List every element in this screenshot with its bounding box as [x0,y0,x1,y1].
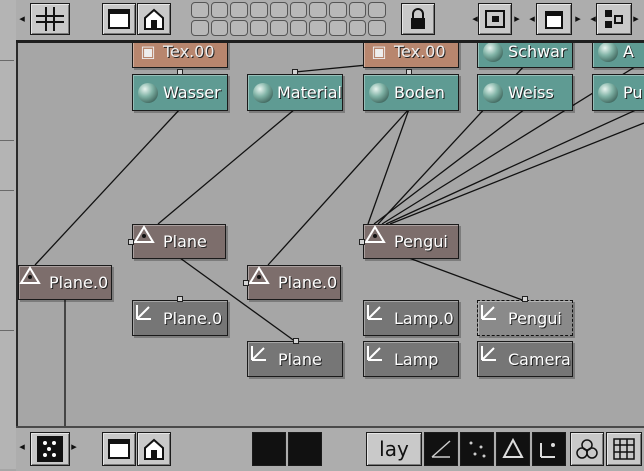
window-icon[interactable] [102,432,136,466]
node-label: Plane [278,349,322,369]
node-label: Pengui [508,308,562,328]
node-label: Wasser [163,83,221,102]
node-label: A [623,43,634,61]
node-label: Schwar [508,43,567,61]
node-label: Pengui [394,232,448,251]
material-node-weiss[interactable]: Weiss [477,74,573,111]
node-label: Weiss [508,83,554,102]
node-label: Boden [394,83,445,102]
node-label: Plane.0 [163,308,223,328]
node-label: Plane.0 [278,273,338,292]
prev-arrow-2[interactable]: ◂ [528,12,536,25]
node-label: Tex.00 [394,43,446,61]
left-window-edge [0,0,18,469]
next-arrow-3[interactable]: ▸ [632,12,640,25]
lamp-node-lamp0[interactable]: Lamp.0 [363,300,459,336]
triangle-axis-icon [19,266,47,296]
texture-node-1[interactable]: ▣ Tex.00 [132,43,228,68]
dark-button-2[interactable] [288,432,322,466]
mesh-node-pengui[interactable]: Pengui [477,300,573,336]
material-node-pu[interactable]: Pu [592,74,644,111]
node-label: Lamp [394,349,439,369]
layer-button[interactable]: lay [366,432,422,466]
mesh-axis-icon [366,305,392,331]
texture-icon: ▣ [371,43,387,61]
layer-buttons[interactable] [191,2,386,36]
sphere-icon [480,80,506,106]
sphere-icon [250,80,275,106]
next-arrow[interactable]: ▸ [513,12,521,25]
sphere-icon [135,80,161,106]
material-node-material[interactable]: Material [247,74,343,111]
object-node-plane0-left[interactable]: Plane.0 [18,265,112,300]
input-port[interactable] [359,239,365,245]
filter-icon-2[interactable] [460,432,494,466]
filter-icon-4[interactable] [532,432,566,466]
sphere-icon [595,43,621,65]
material-node-schwarz[interactable]: Schwar [477,43,573,68]
input-port[interactable] [128,239,134,245]
scroll-left-arrow[interactable]: ◂ [18,12,26,25]
mesh-axis-icon [366,346,392,372]
sphere-icon [595,80,621,106]
input-port[interactable] [243,280,249,286]
node-label: Plane.0 [49,273,109,292]
grid-icon[interactable] [606,432,642,466]
mesh-axis-icon [135,305,161,331]
sphere-group-icon[interactable] [570,432,604,466]
mesh-node-plane[interactable]: Plane [247,341,343,377]
triangle-axis-icon [133,225,161,255]
camera-node[interactable]: Camera [477,341,573,377]
material-node-boden[interactable]: Boden [363,74,459,111]
filter-icon-1[interactable] [424,432,458,466]
object-node-plane0-mid[interactable]: Plane.0 [247,265,341,300]
top-toolbar: ◂ ◂ ▸ ◂ ▸ ◂ ▸ [16,0,644,43]
node-layout-icon[interactable] [596,3,632,35]
input-port[interactable] [177,296,183,302]
node-label: Camera [508,349,571,369]
triangle-axis-icon [364,225,392,255]
object-node-pengui[interactable]: Pengui [363,224,459,259]
node-label: Pu [623,83,643,102]
filter-icon-3[interactable] [496,432,530,466]
view-zoom-icon[interactable] [478,3,512,35]
scroll-right-arrow[interactable]: ▸ [70,440,78,453]
sphere-icon [480,43,506,65]
material-node-wasser[interactable]: Wasser [132,74,228,111]
lamp-node-lamp[interactable]: Lamp [363,341,459,377]
node-label: Tex.00 [163,43,215,61]
mesh-axis-icon [250,346,276,372]
input-port[interactable] [292,69,298,75]
texture-node-2[interactable]: ▣ Tex.00 [363,43,459,68]
triangle-axis-icon [248,266,276,296]
home-icon[interactable] [137,3,171,35]
oops-node-canvas[interactable]: ▣ Tex.00 ▣ Tex.00 Schwar A Wasser Material… [18,43,644,426]
input-port[interactable] [406,69,412,75]
mesh-axis-icon [480,346,506,372]
dots-icon[interactable] [30,432,70,466]
node-label: Lamp.0 [394,308,454,328]
scroll-left-arrow[interactable]: ◂ [18,440,26,453]
mesh-axis-icon [480,305,506,331]
layer-label: lay [379,437,409,461]
next-arrow-2[interactable]: ▸ [574,12,582,25]
bottom-toolbar: ◂ ▸ lay [16,426,644,471]
window-type-icon[interactable] [536,3,572,35]
lock-icon[interactable] [401,3,435,35]
mesh-node-plane0[interactable]: Plane.0 [132,300,228,336]
input-port[interactable] [293,338,299,344]
input-port[interactable] [177,69,183,75]
input-port[interactable] [522,296,528,302]
window-icon[interactable] [102,3,136,35]
sphere-icon [366,80,392,106]
material-node-a[interactable]: A [592,43,644,68]
node-label: Plane [163,232,207,251]
dark-button-1[interactable] [252,432,286,466]
node-label: Material [277,83,342,102]
texture-icon: ▣ [140,43,156,61]
object-node-plane[interactable]: Plane [132,224,226,259]
home-icon[interactable] [137,432,171,466]
grid-icon[interactable] [30,3,70,35]
